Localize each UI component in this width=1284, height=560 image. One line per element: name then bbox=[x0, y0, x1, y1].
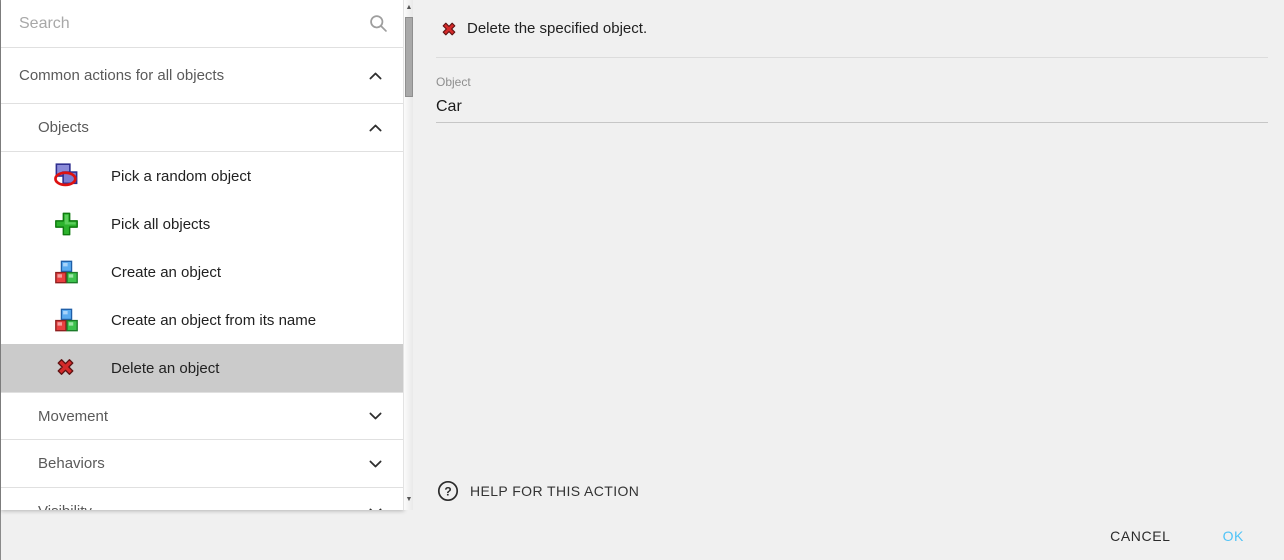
group-movement[interactable]: Movement bbox=[1, 392, 404, 440]
chevron-down-icon bbox=[367, 503, 384, 510]
list-item-label: Pick all objects bbox=[1, 216, 210, 233]
chevron-down-icon bbox=[367, 455, 384, 472]
object-field-input[interactable]: Car bbox=[436, 98, 1268, 123]
action-editor-panel: Delete the specified object. Object Car … bbox=[413, 0, 1284, 512]
scrollbar-up-arrow[interactable]: ▲ bbox=[404, 1, 414, 15]
object-parameter-field: Object Car bbox=[436, 75, 1268, 123]
group-label: Visibility bbox=[38, 503, 92, 510]
create-object-from-name-icon bbox=[53, 307, 80, 334]
action-header: Delete the specified object. bbox=[413, 0, 1284, 57]
group-label: Common actions for all objects bbox=[19, 67, 224, 84]
list-item-label: Create an object bbox=[1, 264, 221, 281]
header-divider bbox=[436, 57, 1268, 58]
sidebar-scrollbar[interactable]: ▲ ▼ bbox=[403, 0, 413, 510]
group-objects[interactable]: Objects bbox=[1, 104, 404, 152]
ok-button[interactable]: OK bbox=[1203, 518, 1264, 554]
help-icon: ? bbox=[437, 480, 459, 502]
delete-cross-icon bbox=[439, 19, 459, 39]
help-button[interactable]: ? HELP FOR THIS ACTION bbox=[437, 480, 639, 502]
action-list-sidebar: Common actions for all objects Objects bbox=[1, 0, 404, 510]
search-input[interactable] bbox=[1, 0, 404, 47]
group-label: Objects bbox=[38, 119, 89, 136]
pick-all-objects-icon bbox=[53, 211, 80, 238]
help-button-label: HELP FOR THIS ACTION bbox=[470, 483, 639, 499]
dialog-footer: CANCEL OK bbox=[1, 512, 1284, 560]
list-item-label: Pick a random object bbox=[1, 168, 251, 185]
list-item-label: Delete an object bbox=[1, 360, 219, 377]
scrollbar-down-arrow[interactable]: ▼ bbox=[404, 493, 414, 507]
group-label: Behaviors bbox=[38, 455, 105, 472]
svg-text:?: ? bbox=[444, 484, 451, 498]
chevron-up-icon bbox=[367, 119, 384, 136]
chevron-up-icon bbox=[367, 67, 384, 84]
scrollbar-thumb[interactable] bbox=[405, 17, 413, 97]
pick-random-object-icon bbox=[53, 163, 80, 190]
group-behaviors[interactable]: Behaviors bbox=[1, 440, 404, 488]
object-field-label: Object bbox=[436, 75, 1268, 89]
action-title: Delete the specified object. bbox=[467, 20, 647, 37]
list-item-delete-object[interactable]: Delete an object bbox=[1, 344, 404, 392]
list-item-pick-random-object[interactable]: Pick a random object bbox=[1, 152, 404, 200]
group-visibility[interactable]: Visibility bbox=[1, 488, 404, 510]
cancel-button[interactable]: CANCEL bbox=[1090, 518, 1190, 554]
list-item-pick-all-objects[interactable]: Pick all objects bbox=[1, 200, 404, 248]
search-bar bbox=[1, 0, 404, 48]
search-icon bbox=[368, 13, 389, 34]
delete-object-icon bbox=[53, 355, 80, 382]
create-object-icon bbox=[53, 259, 80, 286]
group-label: Movement bbox=[38, 408, 108, 425]
list-item-label: Create an object from its name bbox=[1, 312, 316, 329]
list-item-create-object-from-name[interactable]: Create an object from its name bbox=[1, 296, 404, 344]
chevron-down-icon bbox=[367, 408, 384, 425]
group-common-actions[interactable]: Common actions for all objects bbox=[1, 48, 404, 104]
list-item-create-object[interactable]: Create an object bbox=[1, 248, 404, 296]
